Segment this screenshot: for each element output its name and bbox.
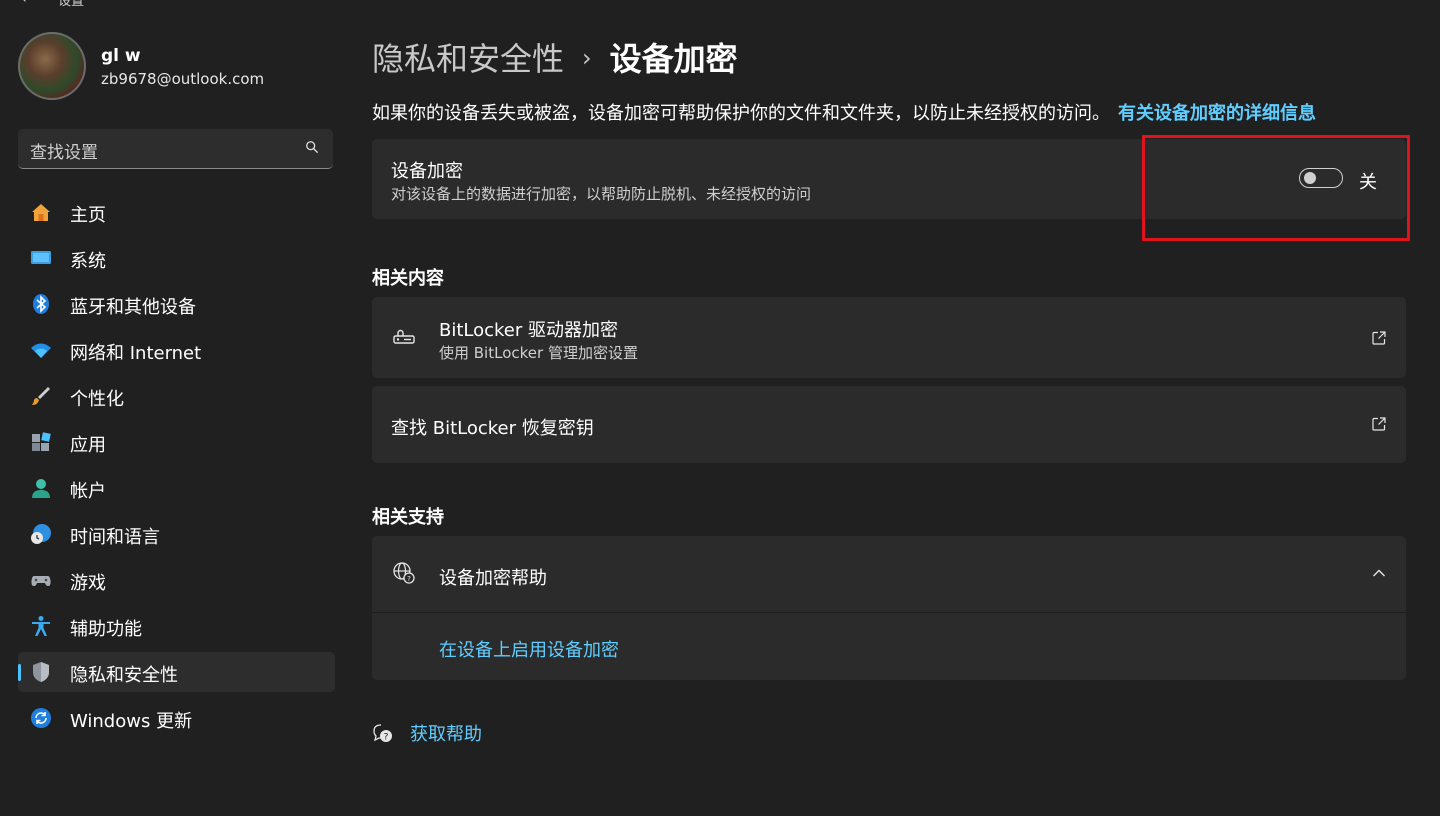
bluetooth-icon	[33, 294, 49, 314]
highlight-box	[1142, 135, 1410, 241]
recovery-key-card[interactable]: 查找 BitLocker 恢复密钥	[372, 386, 1406, 463]
avatar	[18, 32, 86, 100]
sidebar-item-label: 主页	[70, 205, 106, 226]
sidebar-item-personalization[interactable]: 个性化	[18, 376, 335, 416]
time-language-icon	[31, 524, 51, 544]
gaming-icon	[31, 576, 51, 586]
related-content-heading: 相关内容	[372, 268, 444, 289]
device-encryption-title: 设备加密	[391, 161, 463, 182]
sidebar-item-bluetooth[interactable]: 蓝牙和其他设备	[18, 284, 335, 324]
account-icon	[32, 479, 50, 498]
intro-text: 如果你的设备丢失或被盗，设备加密可帮助保护你的文件和文件夹，以防止未经授权的访问…	[372, 103, 1110, 124]
recovery-key-title: 查找 BitLocker 恢复密钥	[391, 418, 594, 439]
sidebar-item-label: 游戏	[70, 573, 106, 594]
get-help-link[interactable]: 获取帮助	[410, 720, 482, 746]
system-icon	[31, 251, 51, 264]
expander-divider	[372, 612, 1406, 613]
brush-icon	[32, 387, 50, 405]
search-input[interactable]: 查找设置	[30, 138, 98, 163]
sidebar-item-label: Windows 更新	[70, 711, 193, 732]
sidebar-item-label: 帐户	[70, 481, 106, 502]
accessibility-icon	[32, 616, 50, 636]
profile-email: zb9678@outlook.com	[101, 70, 265, 88]
related-support-heading: 相关支持	[372, 507, 444, 528]
update-icon	[31, 708, 51, 728]
sidebar-nav: 主页 系统 蓝牙和其他设备 网络和 Internet 个性化 应用 帐户 时间和…	[18, 192, 335, 744]
sidebar-item-gaming[interactable]: 游戏	[18, 560, 335, 600]
home-icon	[32, 204, 50, 221]
support-help-title: 设备加密帮助	[439, 568, 547, 589]
bitlocker-title: BitLocker 驱动器加密	[439, 320, 619, 341]
apps-icon	[32, 432, 51, 451]
support-expander: ? 设备加密帮助 在设备上启用设备加密	[372, 536, 1406, 680]
main-content: 隐私和安全性 › 设备加密 如果你的设备丢失或被盗，设备加密可帮助保护你的文件和文件…	[372, 0, 1406, 816]
sidebar-item-accessibility[interactable]: 辅助功能	[18, 606, 335, 646]
learn-more-link[interactable]: 有关设备加密的详细信息	[1118, 103, 1316, 124]
sidebar-item-label: 蓝牙和其他设备	[70, 297, 196, 318]
sidebar-item-apps[interactable]: 应用	[18, 422, 335, 462]
breadcrumb: 隐私和安全性 › 设备加密	[372, 34, 738, 78]
bitlocker-card[interactable]: BitLocker 驱动器加密 使用 BitLocker 管理加密设置	[372, 297, 1406, 378]
get-help-row[interactable]: ? 获取帮助	[372, 720, 572, 748]
user-profile[interactable]: gl w zb9678@outlook.com	[18, 32, 338, 102]
svg-text:?: ?	[384, 733, 389, 743]
sidebar: gl w zb9678@outlook.com 查找设置 主页 系统 蓝牙和其他…	[0, 0, 350, 816]
sidebar-item-label: 网络和 Internet	[70, 343, 202, 364]
profile-name: gl w	[101, 46, 141, 66]
sidebar-item-accounts[interactable]: 帐户	[18, 468, 335, 508]
shield-icon	[33, 662, 49, 682]
enable-encryption-link[interactable]: 在设备上启用设备加密	[439, 636, 619, 662]
breadcrumb-parent[interactable]: 隐私和安全性	[372, 40, 564, 78]
chevron-up-icon[interactable]	[1372, 568, 1386, 578]
external-link-icon	[1372, 331, 1386, 345]
search-icon[interactable]	[305, 140, 319, 154]
sidebar-item-windows-update[interactable]: Windows 更新	[18, 698, 335, 738]
search-box[interactable]: 查找设置	[18, 129, 333, 169]
svg-text:?: ?	[407, 575, 411, 583]
sidebar-item-time-language[interactable]: 时间和语言	[18, 514, 335, 554]
sidebar-item-label: 隐私和安全性	[70, 665, 178, 686]
page-title: 设备加密	[609, 40, 738, 78]
external-link-icon	[1372, 417, 1386, 431]
sidebar-item-label: 系统	[70, 251, 106, 272]
sidebar-item-privacy-security[interactable]: 隐私和安全性	[18, 652, 335, 692]
sidebar-item-home[interactable]: 主页	[18, 192, 335, 232]
sidebar-item-label: 应用	[70, 435, 106, 456]
device-encryption-subtitle: 对该设备上的数据进行加密，以帮助防止脱机、未经授权的访问	[391, 185, 812, 203]
support-expander-header[interactable]: ? 设备加密帮助	[372, 536, 1406, 612]
bitlocker-subtitle: 使用 BitLocker 管理加密设置	[439, 344, 638, 362]
sidebar-item-label: 时间和语言	[70, 527, 160, 548]
globe-help-icon: ?	[393, 562, 415, 584]
sidebar-item-system[interactable]: 系统	[18, 238, 335, 278]
sidebar-item-label: 辅助功能	[70, 619, 142, 640]
breadcrumb-separator: ›	[582, 44, 592, 72]
bitlocker-key-icon	[393, 329, 415, 344]
get-help-icon: ?	[373, 724, 392, 743]
intro-description: 如果你的设备丢失或被盗，设备加密可帮助保护你的文件和文件夹，以防止未经授权的访问…	[372, 99, 1316, 125]
sidebar-item-label: 个性化	[70, 389, 124, 410]
sidebar-item-network[interactable]: 网络和 Internet	[18, 330, 335, 370]
wifi-icon	[31, 343, 51, 358]
